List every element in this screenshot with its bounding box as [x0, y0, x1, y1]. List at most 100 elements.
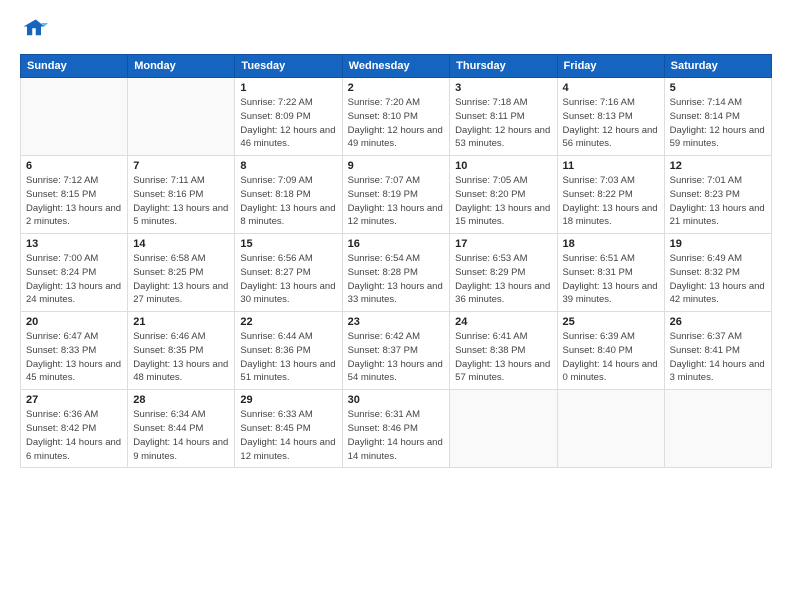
day-number: 9: [348, 160, 445, 172]
calendar-cell: 2 Sunrise: 7:20 AM Sunset: 8:10 PM Daylig…: [342, 78, 450, 156]
day-info: Sunrise: 7:00 AM Sunset: 8:24 PM Dayligh…: [26, 252, 122, 307]
day-number: 25: [563, 316, 659, 328]
calendar-cell: 11 Sunrise: 7:03 AM Sunset: 8:22 PM Dayli…: [557, 156, 664, 234]
calendar-cell: 21Sunrise: 6:46 AM Sunset: 8:35 PM Dayli…: [128, 312, 235, 390]
page: SundayMondayTuesdayWednesdayThursdayFrid…: [0, 0, 792, 612]
calendar-cell: [557, 390, 664, 468]
day-number: 6: [26, 160, 122, 172]
calendar-cell: 19 Sunrise: 6:49 AM Sunset: 8:32 PM Dayli…: [664, 234, 771, 312]
day-info: Sunrise: 6:44 AM Sunset: 8:36 PM Dayligh…: [240, 330, 336, 385]
day-info: Sunrise: 6:37 AM Sunset: 8:41 PM Dayligh…: [670, 330, 766, 385]
day-number: 28: [133, 394, 229, 406]
calendar-table: SundayMondayTuesdayWednesdayThursdayFrid…: [20, 54, 772, 468]
calendar-cell: [664, 390, 771, 468]
day-number: 2: [348, 82, 445, 94]
day-number: 17: [455, 238, 551, 250]
day-info: Sunrise: 6:56 AM Sunset: 8:27 PM Dayligh…: [240, 252, 336, 307]
calendar-cell: 27 Sunrise: 6:36 AM Sunset: 8:42 PM Dayli…: [21, 390, 128, 468]
weekday-header-tuesday: Tuesday: [235, 55, 342, 78]
day-info: Sunrise: 6:39 AM Sunset: 8:40 PM Dayligh…: [563, 330, 659, 385]
week-row-3: 13 Sunrise: 7:00 AM Sunset: 8:24 PM Dayli…: [21, 234, 772, 312]
day-info: Sunrise: 7:05 AM Sunset: 8:20 PM Dayligh…: [455, 174, 551, 229]
day-info: Sunrise: 6:53 AM Sunset: 8:29 PM Dayligh…: [455, 252, 551, 307]
calendar-cell: [21, 78, 128, 156]
day-number: 14: [133, 238, 229, 250]
day-info: Sunrise: 6:58 AM Sunset: 8:25 PM Dayligh…: [133, 252, 229, 307]
day-info: Sunrise: 7:01 AM Sunset: 8:23 PM Dayligh…: [670, 174, 766, 229]
day-info: Sunrise: 7:18 AM Sunset: 8:11 PM Dayligh…: [455, 96, 551, 151]
day-info: Sunrise: 6:36 AM Sunset: 8:42 PM Dayligh…: [26, 408, 122, 463]
day-info: Sunrise: 7:12 AM Sunset: 8:15 PM Dayligh…: [26, 174, 122, 229]
weekday-header-friday: Friday: [557, 55, 664, 78]
calendar-cell: 13 Sunrise: 7:00 AM Sunset: 8:24 PM Dayli…: [21, 234, 128, 312]
calendar-cell: 26 Sunrise: 6:37 AM Sunset: 8:41 PM Dayli…: [664, 312, 771, 390]
day-number: 1: [240, 82, 336, 94]
day-number: 21: [133, 316, 229, 328]
day-number: 27: [26, 394, 122, 406]
week-row-4: 20 Sunrise: 6:47 AM Sunset: 8:33 PM Dayli…: [21, 312, 772, 390]
day-info: Sunrise: 7:20 AM Sunset: 8:10 PM Dayligh…: [348, 96, 445, 151]
calendar-cell: [450, 390, 557, 468]
day-number: 30: [348, 394, 445, 406]
calendar-cell: 20 Sunrise: 6:47 AM Sunset: 8:33 PM Dayli…: [21, 312, 128, 390]
day-number: 13: [26, 238, 122, 250]
calendar-cell: 14 Sunrise: 6:58 AM Sunset: 8:25 PM Dayli…: [128, 234, 235, 312]
calendar-cell: 16Sunrise: 6:54 AM Sunset: 8:28 PM Dayli…: [342, 234, 450, 312]
weekday-header-row: SundayMondayTuesdayWednesdayThursdayFrid…: [21, 55, 772, 78]
weekday-header-saturday: Saturday: [664, 55, 771, 78]
calendar-cell: 1Sunrise: 7:22 AM Sunset: 8:09 PM Daylig…: [235, 78, 342, 156]
calendar-cell: 9 Sunrise: 7:07 AM Sunset: 8:19 PM Daylig…: [342, 156, 450, 234]
day-info: Sunrise: 7:16 AM Sunset: 8:13 PM Dayligh…: [563, 96, 659, 151]
day-info: Sunrise: 6:31 AM Sunset: 8:46 PM Dayligh…: [348, 408, 445, 463]
day-info: Sunrise: 7:09 AM Sunset: 8:18 PM Dayligh…: [240, 174, 336, 229]
day-info: Sunrise: 7:14 AM Sunset: 8:14 PM Dayligh…: [670, 96, 766, 151]
day-number: 11: [563, 160, 659, 172]
calendar-cell: 18Sunrise: 6:51 AM Sunset: 8:31 PM Dayli…: [557, 234, 664, 312]
calendar-cell: 4 Sunrise: 7:16 AM Sunset: 8:13 PM Daylig…: [557, 78, 664, 156]
day-info: Sunrise: 7:03 AM Sunset: 8:22 PM Dayligh…: [563, 174, 659, 229]
day-number: 3: [455, 82, 551, 94]
calendar-cell: 3 Sunrise: 7:18 AM Sunset: 8:11 PM Daylig…: [450, 78, 557, 156]
day-info: Sunrise: 7:07 AM Sunset: 8:19 PM Dayligh…: [348, 174, 445, 229]
day-info: Sunrise: 6:41 AM Sunset: 8:38 PM Dayligh…: [455, 330, 551, 385]
day-number: 10: [455, 160, 551, 172]
weekday-header-sunday: Sunday: [21, 55, 128, 78]
day-number: 20: [26, 316, 122, 328]
weekday-header-monday: Monday: [128, 55, 235, 78]
day-number: 15: [240, 238, 336, 250]
day-number: 4: [563, 82, 659, 94]
day-number: 5: [670, 82, 766, 94]
week-row-1: 1Sunrise: 7:22 AM Sunset: 8:09 PM Daylig…: [21, 78, 772, 156]
calendar-cell: 24Sunrise: 6:41 AM Sunset: 8:38 PM Dayli…: [450, 312, 557, 390]
calendar-cell: [128, 78, 235, 156]
calendar-cell: 12 Sunrise: 7:01 AM Sunset: 8:23 PM Dayli…: [664, 156, 771, 234]
day-number: 7: [133, 160, 229, 172]
logo-icon: [20, 16, 48, 44]
weekday-header-thursday: Thursday: [450, 55, 557, 78]
day-number: 19: [670, 238, 766, 250]
day-info: Sunrise: 6:42 AM Sunset: 8:37 PM Dayligh…: [348, 330, 445, 385]
calendar-cell: 23 Sunrise: 6:42 AM Sunset: 8:37 PM Dayli…: [342, 312, 450, 390]
day-number: 26: [670, 316, 766, 328]
day-info: Sunrise: 6:33 AM Sunset: 8:45 PM Dayligh…: [240, 408, 336, 463]
day-info: Sunrise: 6:49 AM Sunset: 8:32 PM Dayligh…: [670, 252, 766, 307]
logo: [20, 16, 52, 44]
day-info: Sunrise: 6:34 AM Sunset: 8:44 PM Dayligh…: [133, 408, 229, 463]
day-number: 23: [348, 316, 445, 328]
day-number: 12: [670, 160, 766, 172]
calendar-cell: 25 Sunrise: 6:39 AM Sunset: 8:40 PM Dayli…: [557, 312, 664, 390]
calendar-cell: 30 Sunrise: 6:31 AM Sunset: 8:46 PM Dayli…: [342, 390, 450, 468]
calendar-cell: 10 Sunrise: 7:05 AM Sunset: 8:20 PM Dayli…: [450, 156, 557, 234]
day-number: 29: [240, 394, 336, 406]
day-info: Sunrise: 7:11 AM Sunset: 8:16 PM Dayligh…: [133, 174, 229, 229]
calendar-cell: 5 Sunrise: 7:14 AM Sunset: 8:14 PM Daylig…: [664, 78, 771, 156]
week-row-5: 27 Sunrise: 6:36 AM Sunset: 8:42 PM Dayli…: [21, 390, 772, 468]
day-info: Sunrise: 6:47 AM Sunset: 8:33 PM Dayligh…: [26, 330, 122, 385]
week-row-2: 6 Sunrise: 7:12 AM Sunset: 8:15 PM Daylig…: [21, 156, 772, 234]
calendar-cell: 7 Sunrise: 7:11 AM Sunset: 8:16 PM Daylig…: [128, 156, 235, 234]
header: [20, 16, 772, 44]
day-number: 16: [348, 238, 445, 250]
day-info: Sunrise: 6:51 AM Sunset: 8:31 PM Dayligh…: [563, 252, 659, 307]
calendar-cell: 15 Sunrise: 6:56 AM Sunset: 8:27 PM Dayli…: [235, 234, 342, 312]
calendar-cell: 8Sunrise: 7:09 AM Sunset: 8:18 PM Daylig…: [235, 156, 342, 234]
